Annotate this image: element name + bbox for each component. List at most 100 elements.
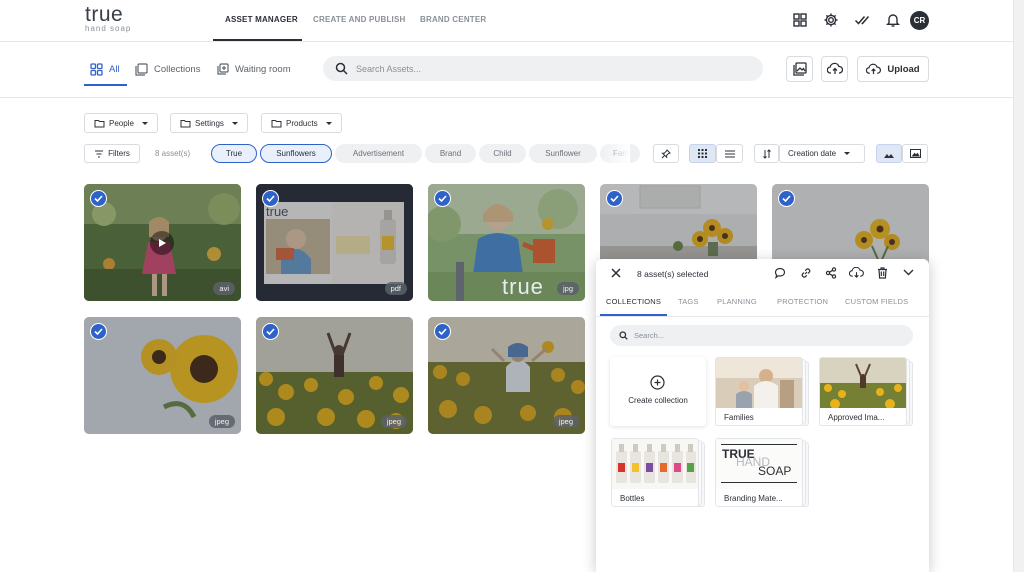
panel-tab-protection[interactable]: PROTECTION bbox=[777, 297, 828, 306]
search-icon bbox=[335, 62, 348, 75]
panel-tab-custom-fields[interactable]: CUSTOM FIELDS bbox=[845, 297, 908, 306]
brand-name: true bbox=[85, 3, 124, 26]
panel-tab-planning[interactable]: PLANNING bbox=[717, 297, 757, 306]
asset-card[interactable]: jpeg bbox=[256, 317, 413, 434]
selection-panel: 8 asset(s) selected COLLECTIONS TAGS PLA… bbox=[596, 259, 929, 572]
pin-button[interactable] bbox=[653, 144, 679, 163]
chevron-down-icon bbox=[325, 121, 332, 125]
brand-tagline: hand soap bbox=[85, 24, 132, 33]
collection-thumbnail: TRUE HAND SOAP bbox=[716, 439, 802, 489]
page-scrollbar[interactable] bbox=[1013, 0, 1024, 572]
chevron-down-icon bbox=[231, 121, 238, 125]
list-view-icon bbox=[724, 149, 735, 158]
file-type-badge: jpeg bbox=[208, 415, 235, 428]
selected-checkbox[interactable] bbox=[434, 323, 451, 340]
collection-card-branding-materials[interactable]: TRUE HAND SOAP Branding Mate... bbox=[715, 438, 809, 507]
panel-tab-tags[interactable]: TAGS bbox=[678, 297, 699, 306]
tab-collections[interactable]: Collections bbox=[135, 63, 200, 76]
nav-tab-asset-manager[interactable]: ASSET MANAGER bbox=[225, 15, 298, 24]
collection-search-bar bbox=[610, 325, 913, 346]
tag-chip[interactable]: Sunflower bbox=[529, 144, 597, 163]
brand-logo[interactable]: true hand soap bbox=[85, 3, 132, 34]
collection-icon bbox=[135, 63, 148, 76]
bell-icon[interactable] bbox=[885, 12, 901, 28]
chevron-down-icon[interactable] bbox=[903, 269, 914, 276]
collection-thumbnail bbox=[716, 358, 802, 408]
list-view-button[interactable] bbox=[716, 144, 743, 163]
nav-active-indicator bbox=[213, 39, 302, 41]
trash-icon[interactable] bbox=[877, 267, 888, 279]
panel-tab-collections[interactable]: COLLECTIONS bbox=[606, 297, 661, 306]
share-icon[interactable] bbox=[825, 267, 837, 279]
cloud-upload-icon bbox=[826, 62, 843, 76]
create-collection-label: Create collection bbox=[628, 396, 688, 405]
tag-chip[interactable]: Brand bbox=[425, 144, 476, 163]
filters-button-label: Filters bbox=[108, 149, 130, 158]
tag-chip[interactable]: Advertisement bbox=[335, 144, 422, 163]
asset-card[interactable]: true jpg bbox=[428, 184, 585, 301]
tag-chip[interactable]: Sunflowers bbox=[260, 144, 332, 163]
selected-checkbox[interactable] bbox=[778, 190, 795, 207]
search-icon bbox=[619, 331, 628, 340]
play-icon[interactable] bbox=[150, 231, 174, 255]
folder-icon bbox=[180, 119, 191, 128]
tag-chip[interactable]: Child bbox=[479, 144, 526, 163]
people-dropdown-label: People bbox=[109, 118, 134, 128]
subtab-active-indicator bbox=[84, 84, 127, 86]
nav-tab-create-and-publish[interactable]: CREATE AND PUBLISH bbox=[313, 15, 406, 24]
asset-card[interactable]: jpeg bbox=[428, 317, 585, 434]
collection-search-input[interactable] bbox=[634, 331, 904, 340]
upload-button[interactable]: Upload bbox=[857, 56, 929, 82]
collection-card-families[interactable]: Families bbox=[715, 357, 809, 426]
chevron-down-icon bbox=[844, 152, 851, 155]
collection-card-bottles[interactable]: Bottles bbox=[611, 438, 705, 507]
link-icon[interactable] bbox=[800, 267, 812, 279]
thumbnail-large-button[interactable] bbox=[876, 144, 902, 163]
filters-button[interactable]: Filters bbox=[84, 144, 140, 163]
collection-card-approved-images[interactable]: Approved Ima... bbox=[819, 357, 913, 426]
asset-count: 8 asset(s) bbox=[155, 149, 191, 158]
settings-dropdown-label: Settings bbox=[195, 118, 224, 128]
close-icon[interactable] bbox=[611, 268, 621, 278]
sort-icon bbox=[762, 148, 772, 159]
folder-icon bbox=[271, 119, 282, 128]
asset-card[interactable]: avi bbox=[84, 184, 241, 301]
tab-waiting-room-label: Waiting room bbox=[235, 64, 291, 75]
sort-by-dropdown[interactable]: Creation date bbox=[779, 144, 865, 163]
nav-tab-brand-center[interactable]: BRAND CENTER bbox=[420, 15, 486, 24]
file-type-badge: pdf bbox=[384, 282, 407, 295]
collection-thumbnail bbox=[820, 358, 906, 408]
collection-label: Families bbox=[724, 413, 754, 422]
tab-all[interactable]: All bbox=[90, 63, 120, 76]
selected-checkbox[interactable] bbox=[262, 323, 279, 340]
products-dropdown[interactable]: Products bbox=[261, 113, 342, 133]
selected-checkbox[interactable] bbox=[90, 323, 107, 340]
thumbnail-fit-button[interactable] bbox=[902, 144, 928, 163]
folder-icon bbox=[94, 119, 105, 128]
tab-waiting-room[interactable]: Waiting room bbox=[216, 63, 291, 76]
grid-view-button[interactable] bbox=[689, 144, 716, 163]
double-check-icon[interactable] bbox=[854, 12, 870, 28]
create-collection-card[interactable]: Create collection bbox=[610, 357, 706, 426]
selected-checkbox[interactable] bbox=[606, 190, 623, 207]
selected-checkbox[interactable] bbox=[434, 190, 451, 207]
asset-card[interactable]: true pdf bbox=[256, 184, 413, 301]
tag-chip[interactable]: True bbox=[211, 144, 257, 163]
asset-search-bar bbox=[323, 56, 763, 81]
apps-icon[interactable] bbox=[792, 12, 808, 28]
people-dropdown[interactable]: People bbox=[84, 113, 158, 133]
cloud-download-icon[interactable] bbox=[849, 267, 864, 279]
selected-checkbox[interactable] bbox=[262, 190, 279, 207]
cloud-sync-button[interactable] bbox=[821, 56, 848, 82]
image-view-button[interactable] bbox=[786, 56, 813, 82]
grid-icon bbox=[90, 63, 103, 76]
comment-icon[interactable] bbox=[774, 267, 786, 279]
asset-search-input[interactable] bbox=[356, 63, 736, 74]
selected-checkbox[interactable] bbox=[90, 190, 107, 207]
user-avatar[interactable]: CR bbox=[910, 11, 929, 30]
products-dropdown-label: Products bbox=[286, 118, 318, 128]
asset-card[interactable]: jpeg bbox=[84, 317, 241, 434]
settings-dropdown[interactable]: Settings bbox=[170, 113, 248, 133]
gear-icon[interactable] bbox=[823, 12, 839, 28]
sort-order-button[interactable] bbox=[754, 144, 779, 163]
